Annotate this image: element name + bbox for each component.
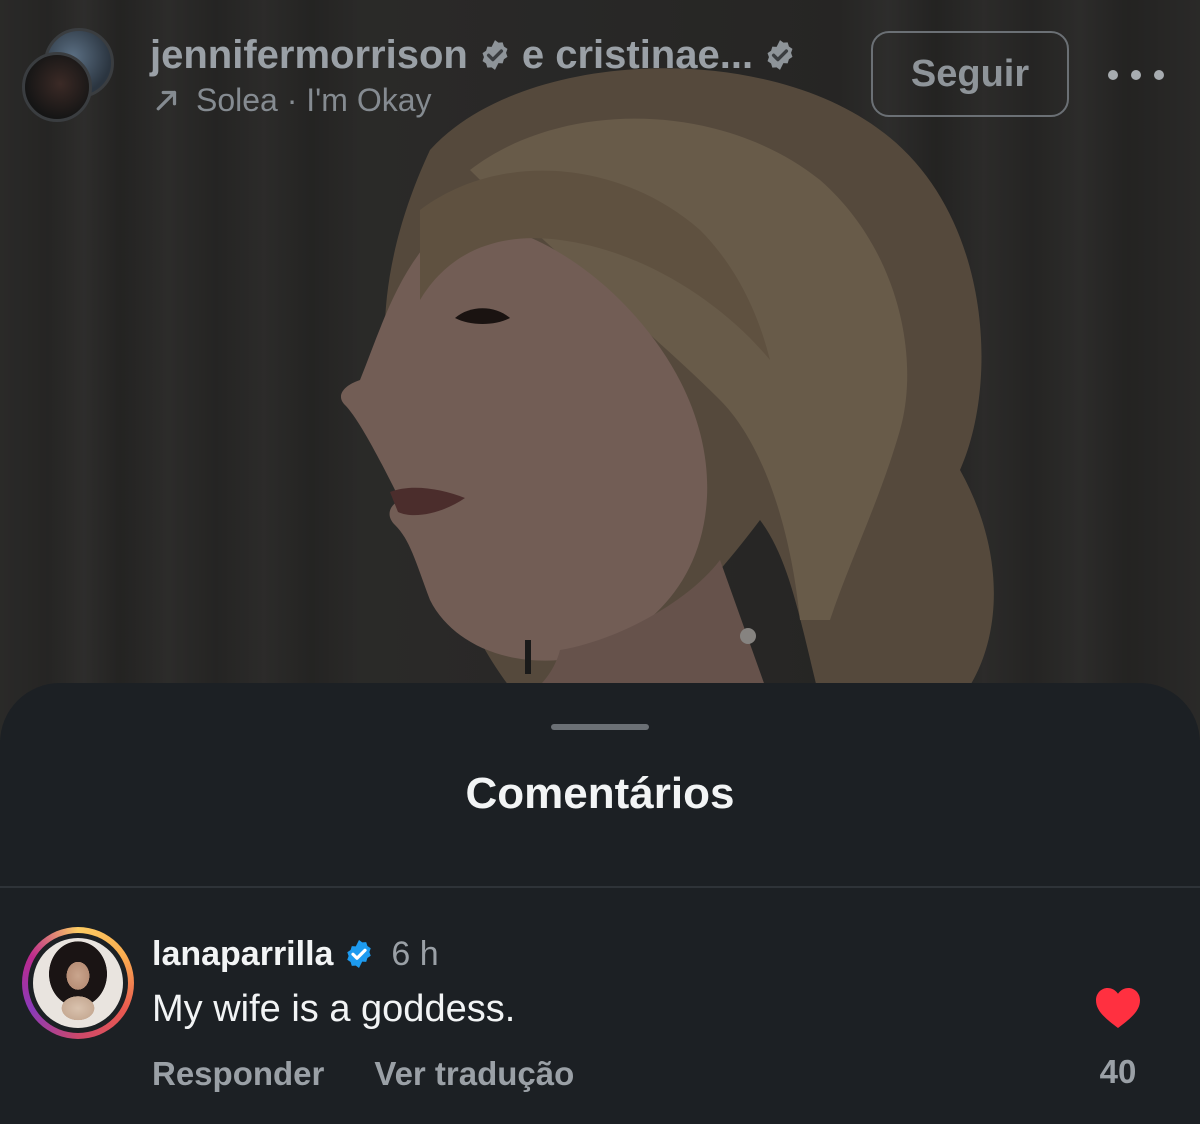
coauthor-avatars[interactable]: [22, 28, 114, 122]
dot: [1108, 70, 1118, 80]
verified-icon: [767, 40, 793, 70]
follow-button[interactable]: Seguir: [871, 31, 1069, 117]
divider: [0, 886, 1200, 888]
comment-header: lanaparrilla 6 h: [152, 933, 439, 975]
heart-filled-icon[interactable]: [1094, 985, 1142, 1029]
verified-icon: [482, 40, 508, 70]
arrow-up-right-icon: [156, 90, 177, 111]
sheet-title: Comentários: [465, 769, 735, 818]
audio-track-link[interactable]: Solea · I'm Okay: [152, 80, 432, 120]
more-options-icon[interactable]: [1108, 60, 1164, 90]
avatar-image: [33, 938, 123, 1028]
reply-button[interactable]: Responder: [152, 1055, 324, 1093]
author-avatar: [22, 52, 92, 122]
verified-icon: [347, 940, 372, 968]
comment-username[interactable]: lanaparrilla: [152, 935, 333, 974]
translate-button[interactable]: Ver tradução: [374, 1055, 574, 1093]
dot: [1131, 70, 1141, 80]
dot: [1154, 70, 1164, 80]
comment-text: My wife is a goddess.: [152, 988, 516, 1030]
commenter-avatar[interactable]: [22, 927, 134, 1039]
audio-track-label: Solea · I'm Okay: [196, 81, 432, 118]
sheet-drag-handle[interactable]: [551, 724, 649, 730]
comments-sheet: Comentários lanaparrilla 6 h My wife is …: [0, 683, 1200, 1124]
author-username[interactable]: jennifermorrison: [150, 33, 468, 78]
post-authors[interactable]: jennifermorrison e cristinae...: [150, 30, 797, 80]
comment-timestamp: 6 h: [391, 934, 439, 973]
comment-actions: Responder Ver tradução: [152, 1055, 574, 1093]
coauthor-username[interactable]: e cristinae...: [522, 33, 753, 78]
like-count: 40: [1099, 1053, 1137, 1090]
